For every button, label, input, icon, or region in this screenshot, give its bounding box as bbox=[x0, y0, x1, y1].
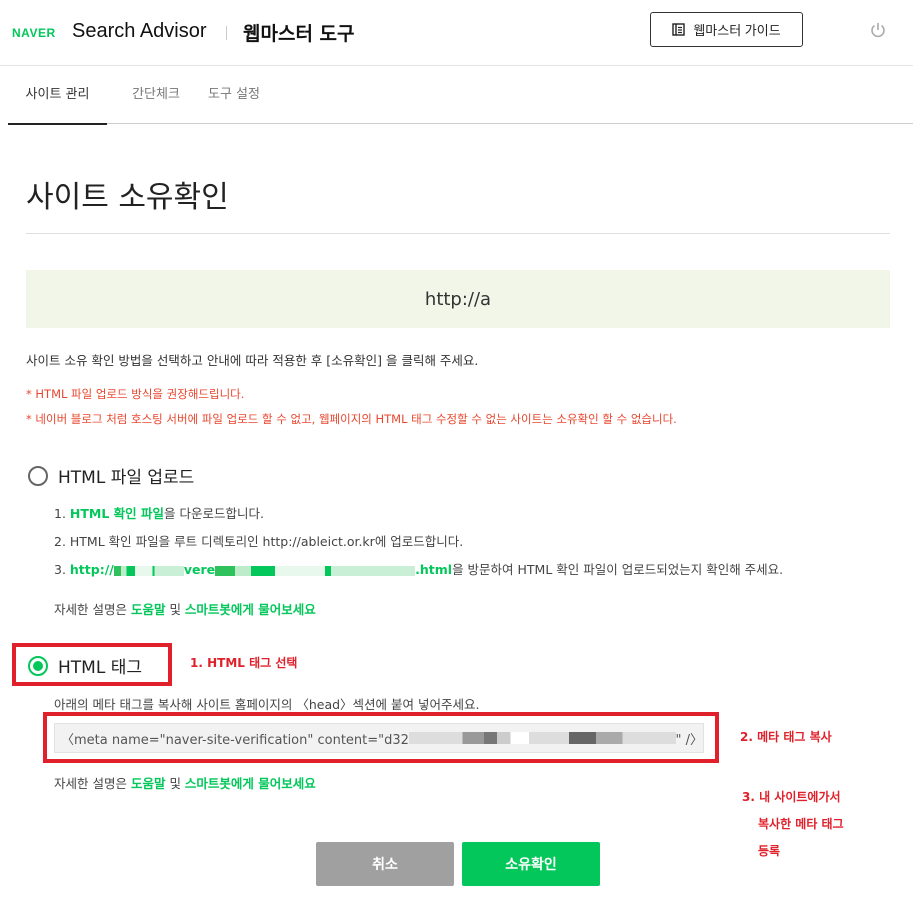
html-tag-description: 아래의 메타 태그를 복사해 사이트 홈페이지의 〈head〉섹션에 붙여 넣어… bbox=[54, 697, 480, 712]
file-step-1: 1. HTML 확인 파일을 다운로드합니다. bbox=[54, 503, 264, 522]
annotation-box-meta-tag bbox=[43, 712, 719, 763]
verify-url-mid: vere bbox=[183, 562, 216, 577]
annotation-box-html-tag bbox=[12, 643, 172, 686]
help-link[interactable]: 도움말 bbox=[131, 776, 166, 791]
file-step-1-text: 을 다운로드합니다. bbox=[164, 506, 264, 521]
warning-recommend: * HTML 파일 업로드 방식을 권장해드립니다. bbox=[26, 387, 245, 401]
radio-html-file[interactable] bbox=[28, 465, 48, 486]
file-help-text: 자세한 설명은 도움말 및 스마트봇에게 물어보세요 bbox=[54, 599, 316, 618]
warning-blog: * 네이버 블로그 처럼 호스팅 서버에 파일 업로드 할 수 없고, 웹페이지… bbox=[26, 412, 677, 426]
header: NAVER Search Advisor 웹마스터 도구 웹마스터 가이드 bbox=[0, 0, 913, 66]
title-divider-line bbox=[26, 233, 890, 234]
help-prefix: 자세한 설명은 bbox=[54, 602, 131, 617]
title-divider bbox=[226, 26, 227, 40]
option-html-file-label: HTML 파일 업로드 bbox=[58, 468, 195, 488]
redacted-block bbox=[215, 565, 416, 576]
file-step-3: 3. http:// vere .html을 방문하여 HTML 확인 파일이 업로… bbox=[54, 559, 783, 578]
annotation-step-1: 1. HTML 태그 선택 bbox=[190, 656, 298, 670]
guide-button-label: 웹마스터 가이드 bbox=[693, 23, 781, 38]
tab-tool-settings[interactable]: 도구 설정 bbox=[201, 67, 267, 123]
verify-url-start: http:// bbox=[69, 562, 114, 577]
annotation-step-3-line-3: 등록 bbox=[758, 844, 781, 858]
app-title[interactable]: Search Advisor bbox=[72, 20, 207, 43]
verify-file-url-link[interactable]: http:// vere .html bbox=[70, 562, 452, 577]
tag-help-text: 자세한 설명은 도움말 및 스마트봇에게 물어보세요 bbox=[54, 773, 316, 792]
annotation-step-3: 3. 내 사이트에가서 복사한 메타 태그 등록 bbox=[742, 784, 844, 865]
site-url-box: http://a bbox=[26, 270, 890, 328]
book-icon bbox=[672, 23, 686, 36]
annotation-step-2: 2. 메타 태그 복사 bbox=[740, 730, 832, 744]
file-step-2: 2. HTML 확인 파일을 루트 디렉토리인 http://ableict.o… bbox=[54, 534, 464, 549]
redacted-block bbox=[113, 565, 184, 576]
tool-title: 웹마스터 도구 bbox=[243, 23, 355, 45]
file-step-3-text: 을 방문하여 HTML 확인 파일이 업로드되었는지 확인해 주세요. bbox=[452, 562, 784, 577]
annotation-step-3-line-2: 복사한 메타 태그 bbox=[758, 817, 844, 831]
file-step-3-number: 3. bbox=[54, 562, 70, 577]
cancel-button[interactable]: 취소 bbox=[316, 842, 454, 886]
help-prefix: 자세한 설명은 bbox=[54, 776, 131, 791]
power-icon[interactable] bbox=[869, 21, 887, 39]
page-title: 사이트 소유확인 bbox=[26, 180, 229, 215]
verify-url-end: .html bbox=[415, 562, 453, 577]
tab-simple-check[interactable]: 간단체크 bbox=[116, 67, 196, 123]
smartbot-link[interactable]: 스마트봇에게 물어보세요 bbox=[185, 602, 316, 617]
help-link[interactable]: 도움말 bbox=[131, 602, 166, 617]
tab-site-management[interactable]: 사이트 관리 bbox=[8, 67, 107, 125]
intro-text: 사이트 소유 확인 방법을 선택하고 안내에 따라 적용한 후 [소유확인] 을… bbox=[26, 353, 479, 368]
html-verify-file-link[interactable]: HTML 확인 파일 bbox=[70, 506, 164, 521]
webmaster-guide-button[interactable]: 웹마스터 가이드 bbox=[650, 12, 803, 47]
smartbot-link[interactable]: 스마트봇에게 물어보세요 bbox=[185, 776, 316, 791]
confirm-ownership-button[interactable]: 소유확인 bbox=[462, 842, 600, 886]
help-mid: 및 bbox=[165, 776, 185, 791]
site-url: http://a bbox=[424, 288, 492, 310]
tab-bar: 사이트 관리 간단체크 도구 설정 bbox=[8, 67, 913, 125]
naver-logo[interactable]: NAVER bbox=[12, 26, 56, 40]
option-html-file-upload[interactable]: HTML 파일 업로드 bbox=[28, 463, 194, 488]
file-step-1-number: 1. bbox=[54, 506, 70, 521]
annotation-step-3-line-1: 3. 내 사이트에가서 bbox=[742, 790, 841, 804]
help-mid: 및 bbox=[165, 602, 185, 617]
